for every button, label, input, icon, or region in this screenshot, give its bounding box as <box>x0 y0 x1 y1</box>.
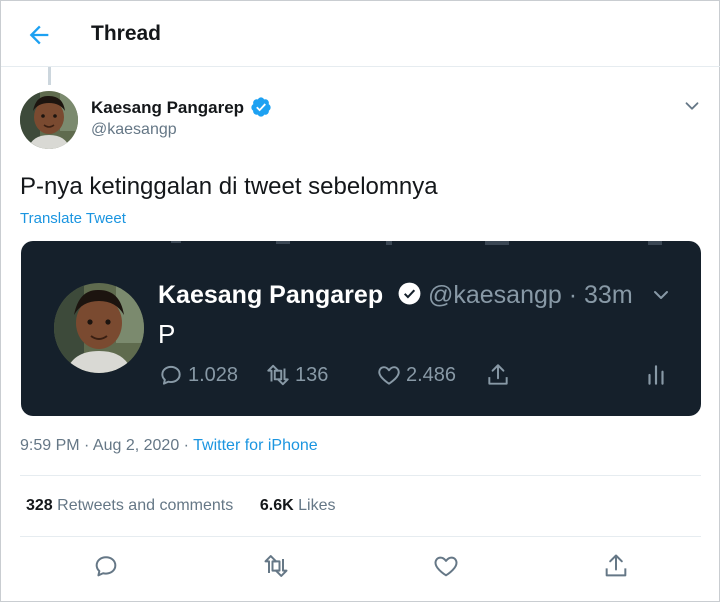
share-icon[interactable] <box>602 552 630 580</box>
embedded-tweet-text: P <box>158 319 176 349</box>
tweet-meta: 9:59 PM · Aug 2, 2020 · Twitter for iPho… <box>20 437 318 455</box>
likes-label: Likes <box>298 497 336 514</box>
likes-stat[interactable]: 6.6K Likes <box>260 497 336 514</box>
verified-badge-icon <box>398 282 421 305</box>
embedded-reply-value: 1.028 <box>188 363 239 386</box>
like-icon <box>378 366 400 385</box>
author-handle: @kaesangp <box>91 121 177 138</box>
divider <box>20 536 701 537</box>
header: Thread <box>1 1 720 67</box>
embedded-retweet-value: 136 <box>295 363 329 386</box>
page-title: Thread <box>91 22 162 45</box>
embedded-like-count: 2.486 <box>376 361 456 389</box>
reply-icon[interactable] <box>92 552 120 580</box>
thread-connector-line <box>48 67 51 85</box>
cropped-toolbar-fragment <box>171 241 662 245</box>
back-arrow-icon[interactable] <box>25 21 53 49</box>
retweets-stat[interactable]: 328 Retweets and comments <box>26 497 233 514</box>
author-avatar[interactable] <box>20 91 78 149</box>
tweet-text: P-nya ketinggalan di tweet sebelomnya <box>20 173 438 200</box>
divider <box>20 475 701 476</box>
author-name[interactable]: Kaesang Pangarep <box>91 98 244 118</box>
reply-icon <box>161 365 181 385</box>
retweets-label: Retweets and comments <box>57 497 234 514</box>
embedded-analytics <box>643 361 673 389</box>
likes-count: 6.6K <box>259 497 294 514</box>
chevron-down-icon <box>654 291 668 299</box>
embedded-author-name: Kaesang Pangarep <box>158 281 384 309</box>
tweet-timestamp[interactable]: 9:59 PM · Aug 2, 2020 · <box>20 437 193 454</box>
tweet-detail-frame: Thread Kaesang Pangarep @kaesangp P-nya … <box>0 0 720 602</box>
translate-tweet-link[interactable]: Translate Tweet <box>20 210 126 227</box>
embedded-handle-time: @kaesangp · 33m <box>428 281 633 309</box>
retweet-icon[interactable] <box>262 552 290 580</box>
retweet-icon <box>267 364 289 386</box>
embedded-like-value: 2.486 <box>406 363 457 386</box>
share-icon <box>488 364 508 385</box>
retweets-count: 328 <box>26 497 53 514</box>
embedded-author-avatar <box>54 283 144 373</box>
verified-badge-icon <box>251 97 271 117</box>
embedded-retweet-count: 136 <box>265 361 328 389</box>
embedded-reply-count: 1.028 <box>158 361 238 389</box>
like-icon[interactable] <box>432 552 460 580</box>
embedded-share <box>485 361 515 389</box>
tweet-stats: 328 Retweets and comments 6.6K Likes <box>26 497 336 515</box>
embedded-tweet-screenshot: Kaesang Pangarep @kaesangp · 33m P 1.028… <box>21 241 701 416</box>
chevron-down-icon[interactable] <box>681 95 703 117</box>
analytics-icon <box>648 365 664 385</box>
tweet-source-link[interactable]: Twitter for iPhone <box>193 437 318 454</box>
